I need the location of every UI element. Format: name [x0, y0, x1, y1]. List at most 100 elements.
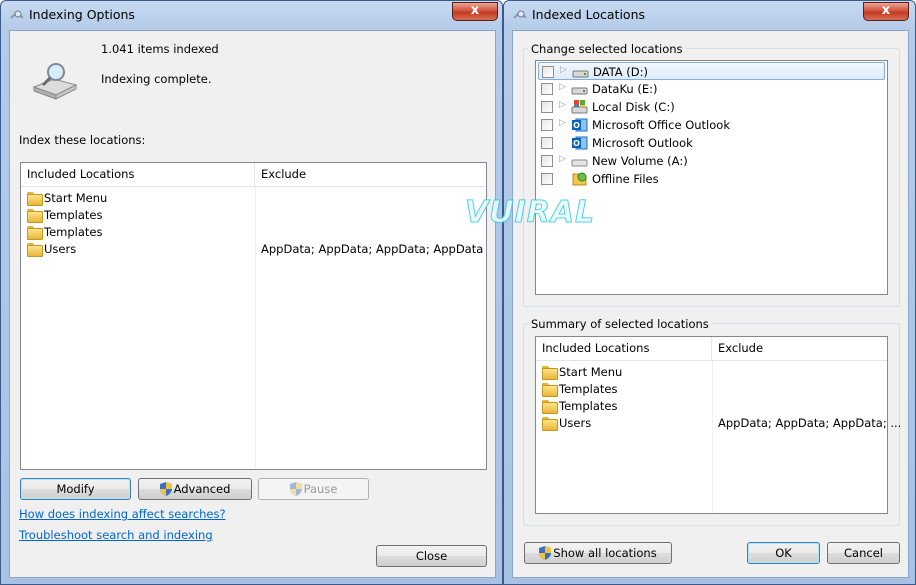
close-window-button[interactable]: x	[863, 2, 909, 21]
window-title: Indexing Options	[29, 7, 135, 22]
close-button[interactable]: Close	[376, 545, 487, 567]
tree-item-label: Offline Files	[592, 172, 659, 186]
modify-button[interactable]: Modify	[20, 478, 131, 500]
tree-item-offline-files[interactable]: Offline Files	[538, 170, 885, 188]
uac-shield-icon	[289, 482, 302, 496]
pause-button[interactable]: Pause	[258, 478, 369, 500]
expand-arrow-icon[interactable]: ▷	[559, 82, 566, 92]
location-checkbox[interactable]	[541, 119, 553, 131]
offline-files-icon	[572, 172, 587, 186]
location-checkbox[interactable]	[541, 101, 553, 113]
column-divider	[255, 187, 256, 469]
svg-text:O: O	[573, 139, 580, 148]
watermark: VUIRAL	[464, 195, 596, 231]
pause-label: Pause	[303, 482, 338, 496]
location-name: Templates	[44, 208, 103, 222]
titlebar[interactable]: Indexing Options x	[1, 1, 502, 30]
tree-item-data-d[interactable]: ▷ DATA (D:)	[538, 62, 885, 80]
indexing-options-window: Indexing Options x 1.041 items indexed I…	[0, 0, 503, 585]
location-name: Start Menu	[44, 191, 108, 205]
svg-text:O: O	[573, 121, 580, 130]
troubleshoot-link[interactable]: Troubleshoot search and indexing	[19, 528, 213, 542]
locations-tree[interactable]: ▷ DATA (D:) ▷ DataKu (E:) ▷ Local Disk (…	[535, 60, 888, 295]
locations-list[interactable]: Included Locations Exclude Start Menu Te…	[20, 162, 487, 470]
indexed-locations-content: Change selected locations ▷ DATA (D:) ▷ …	[512, 30, 909, 578]
exclude-value: AppData; AppData; AppData; AppData	[261, 242, 484, 256]
location-checkbox[interactable]	[541, 137, 553, 149]
list-header: Included Locations Exclude	[21, 163, 486, 187]
advanced-label: Advanced	[173, 482, 231, 496]
column-header-included[interactable]: Included Locations	[21, 163, 255, 186]
how-indexing-affects-link[interactable]: How does indexing affect searches?	[19, 507, 226, 521]
folder-icon	[27, 226, 43, 240]
uac-shield-icon	[539, 546, 552, 560]
tree-item-label: Local Disk (C:)	[592, 100, 675, 114]
tree-item-label: DataKu (E:)	[592, 82, 658, 96]
location-name: Templates	[44, 225, 103, 239]
folder-icon	[27, 192, 43, 206]
folder-icon	[27, 243, 43, 257]
summary-list[interactable]: Included Locations Exclude Start Menu Te…	[535, 336, 901, 514]
ok-label: OK	[775, 546, 792, 560]
ok-button[interactable]: OK	[747, 542, 820, 564]
outlook-icon: O	[572, 118, 588, 132]
folder-icon	[542, 366, 558, 380]
index-these-label: Index these locations:	[19, 133, 146, 147]
folder-icon	[27, 209, 43, 223]
indexing-options-content: 1.041 items indexed Indexing complete. I…	[9, 30, 496, 578]
uac-shield-icon	[159, 482, 172, 496]
close-window-button[interactable]: x	[452, 2, 498, 21]
advanced-button[interactable]: Advanced	[138, 478, 252, 500]
location-name: Start Menu	[559, 365, 623, 379]
location-checkbox[interactable]	[541, 83, 553, 95]
titlebar[interactable]: Indexed Locations x	[504, 1, 915, 30]
indexing-status: Indexing complete.	[101, 72, 212, 86]
location-checkbox[interactable]	[542, 66, 554, 78]
change-locations-label: Change selected locations	[528, 42, 686, 56]
tree-item-new-volume-a[interactable]: ▷ New Volume (A:)	[538, 152, 885, 170]
folder-icon	[542, 417, 558, 431]
cancel-button[interactable]: Cancel	[827, 542, 900, 564]
folder-icon	[542, 400, 558, 414]
expand-arrow-icon[interactable]: ▷	[560, 65, 567, 75]
tree-item-dataku-e[interactable]: ▷ DataKu (E:)	[538, 80, 885, 98]
outlook-icon: O	[572, 136, 588, 150]
location-name: Users	[44, 242, 77, 256]
system-drive-icon	[571, 100, 588, 114]
list-header: Included Locations Exclude	[536, 337, 887, 361]
tree-item-ms-office-outlook[interactable]: ▷ O Microsoft Office Outlook	[538, 116, 885, 134]
indexing-icon	[513, 10, 527, 19]
cancel-label: Cancel	[844, 546, 883, 560]
drive-icon	[571, 159, 588, 167]
modify-label: Modify	[56, 482, 95, 496]
tree-item-label: Microsoft Outlook	[592, 136, 693, 150]
column-divider	[712, 361, 713, 513]
indexing-icon	[10, 10, 24, 19]
expand-arrow-icon[interactable]: ▷	[559, 154, 566, 164]
column-header-exclude[interactable]: Exclude	[255, 163, 486, 186]
tree-item-ms-outlook[interactable]: O Microsoft Outlook	[538, 134, 885, 152]
column-header-exclude[interactable]: Exclude	[712, 337, 887, 360]
location-checkbox[interactable]	[541, 155, 553, 167]
location-name: Templates	[559, 382, 618, 396]
window-title: Indexed Locations	[532, 7, 646, 22]
location-name: Templates	[559, 399, 618, 413]
tree-item-label: New Volume (A:)	[592, 154, 688, 168]
indexed-locations-window: Indexed Locations x Change selected loca…	[503, 0, 916, 585]
column-header-included[interactable]: Included Locations	[536, 337, 712, 360]
close-label: Close	[415, 549, 448, 563]
location-name: Users	[559, 416, 592, 430]
expand-arrow-icon[interactable]: ▷	[559, 118, 566, 128]
location-checkbox[interactable]	[541, 173, 553, 185]
magnifier-drive-icon	[32, 63, 78, 100]
drive-icon	[571, 87, 588, 95]
tree-item-label: DATA (D:)	[593, 65, 648, 79]
tree-item-local-disk-c[interactable]: ▷ Local Disk (C:)	[538, 98, 885, 116]
exclude-value: AppData; AppData; AppData; ...	[718, 416, 902, 430]
summary-label: Summary of selected locations	[528, 317, 712, 331]
expand-arrow-icon[interactable]: ▷	[559, 100, 566, 110]
show-all-label: Show all locations	[553, 546, 657, 560]
items-indexed-count: 1.041 items indexed	[101, 42, 219, 56]
show-all-locations-button[interactable]: Show all locations	[524, 542, 672, 564]
tree-item-label: Microsoft Office Outlook	[592, 118, 730, 132]
